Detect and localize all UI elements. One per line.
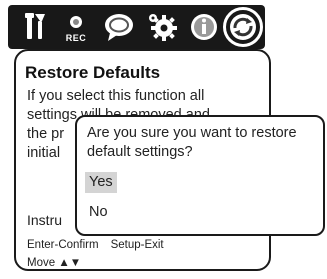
- speech-bubble-icon: [105, 14, 133, 41]
- instruction-confirm: Enter-Confirm: [27, 239, 99, 251]
- no-option[interactable]: No: [85, 202, 112, 223]
- dialog-message: Are you sure you want to restore default…: [87, 124, 319, 162]
- tab-info[interactable]: [185, 8, 223, 46]
- tools-icon: [25, 13, 45, 39]
- instruction-exit: Setup-Exit: [110, 239, 164, 251]
- tab-restore-defaults[interactable]: [223, 7, 263, 47]
- yes-option[interactable]: Yes: [85, 172, 117, 193]
- menu-tab-bar: REC: [8, 5, 265, 49]
- tab-settings[interactable]: [143, 8, 181, 46]
- tab-tools[interactable]: [16, 8, 54, 46]
- tab-language[interactable]: [100, 8, 138, 46]
- page-title: Restore Defaults: [25, 63, 161, 82]
- instructions: Enter-Confirm Setup-Exit Move ▲▼: [27, 236, 164, 272]
- dialog-message-line: Are you sure you want to restore: [87, 125, 297, 141]
- instructions-heading: Instru: [27, 212, 63, 228]
- info-icon: [191, 14, 217, 40]
- dialog-message-line: default settings?: [87, 144, 193, 160]
- restore-icon: [230, 14, 256, 40]
- tab-record[interactable]: REC: [57, 8, 95, 46]
- confirm-dialog: Are you sure you want to restore default…: [75, 115, 325, 236]
- instruction-move: Move ▲▼: [27, 257, 82, 269]
- tab-record-label: REC: [65, 33, 87, 43]
- description-line: If you select this function all: [27, 88, 205, 104]
- gear-icon: [149, 14, 177, 41]
